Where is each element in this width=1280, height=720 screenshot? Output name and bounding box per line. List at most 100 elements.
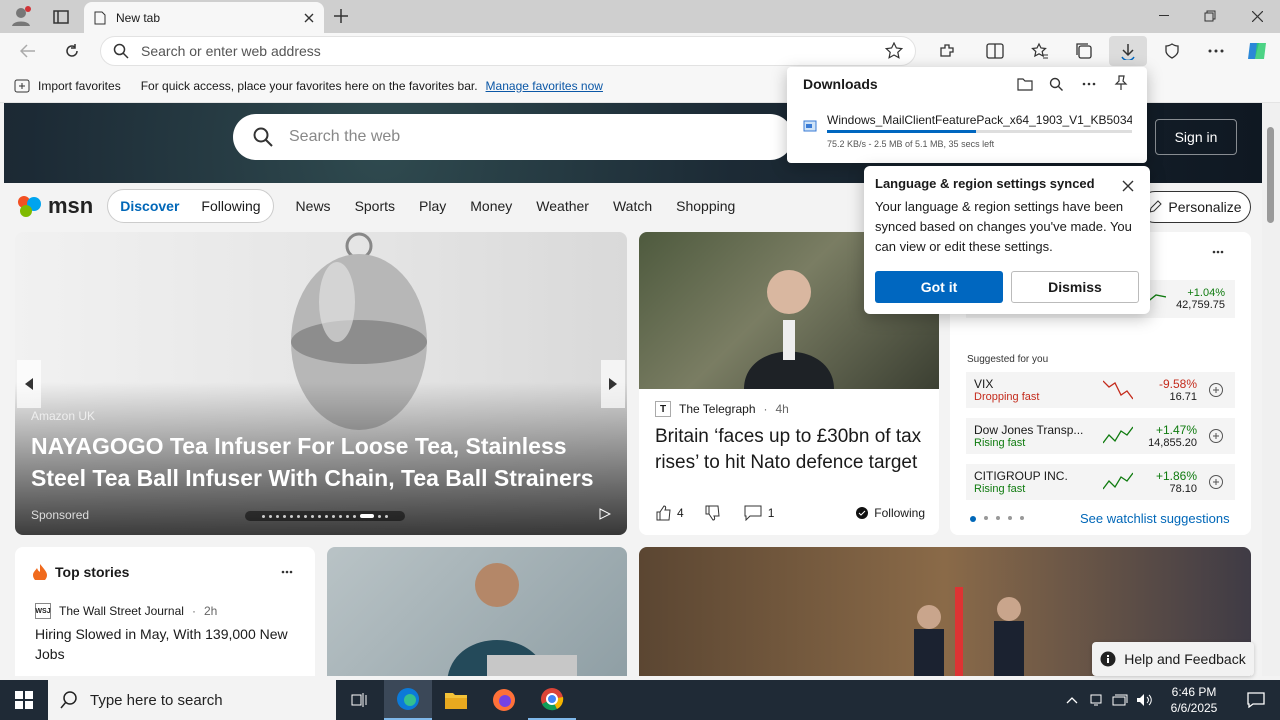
close-window-icon[interactable]	[1245, 5, 1269, 27]
nav-watch[interactable]: Watch	[613, 198, 652, 214]
add-to-watchlist-icon[interactable]	[1205, 383, 1227, 397]
download-progress-track	[827, 130, 1132, 133]
top-story-source-row: WSJ The Wall Street Journal · 2h	[35, 603, 218, 619]
wifi-icon[interactable]	[1108, 693, 1132, 707]
downloads-search-icon[interactable]	[1046, 75, 1066, 93]
task-view-icon[interactable]	[336, 680, 384, 720]
card-title[interactable]: NAYAGOGO Tea Infuser For Loose Tea, Stai…	[31, 430, 616, 494]
restore-icon[interactable]	[1198, 5, 1222, 27]
import-favorites-button[interactable]: Import favorites	[38, 79, 121, 93]
tab-new-tab[interactable]: New tab	[84, 2, 324, 33]
carousel-next-icon[interactable]	[601, 360, 625, 408]
address-bar[interactable]: Search or enter web address	[100, 36, 916, 66]
msn-logo[interactable]: msn	[16, 193, 93, 219]
add-to-watchlist-icon[interactable]	[1205, 429, 1227, 443]
new-tab-icon[interactable]	[330, 5, 352, 27]
web-search-placeholder: Search the web	[289, 128, 401, 145]
installer-file-icon	[803, 119, 817, 133]
msn-logo-text: msn	[48, 193, 94, 218]
carousel-dots[interactable]	[245, 511, 405, 521]
address-placeholder: Search or enter web address	[141, 43, 321, 59]
top-story-headline[interactable]: Hiring Slowed in May, With 139,000 New J…	[35, 624, 299, 664]
import-favorites-icon[interactable]	[14, 79, 30, 93]
edge-taskbar-icon[interactable]	[384, 680, 432, 720]
taskbar-clock[interactable]: 6:46 PM 6/6/2025	[1156, 684, 1232, 716]
add-to-watchlist-icon[interactable]	[1205, 475, 1227, 489]
favorites-icon[interactable]	[1028, 40, 1052, 62]
carousel-prev-icon[interactable]	[17, 360, 41, 408]
top-stories-more-icon[interactable]	[277, 567, 297, 577]
tab-following[interactable]: Following	[201, 198, 260, 214]
taskbar-search[interactable]: Type here to search	[48, 680, 336, 720]
page-scrollbar[interactable]	[1262, 103, 1280, 676]
chrome-icon[interactable]	[528, 680, 576, 720]
see-watchlist-suggestions-link[interactable]: See watchlist suggestions	[1080, 511, 1230, 526]
stock-sparkline	[1103, 472, 1133, 490]
press-conference-image	[914, 587, 1024, 676]
stock-value: 16.71	[1169, 391, 1197, 403]
stock-row[interactable]: VIX Dropping fast -9.58% 16.71	[966, 372, 1235, 408]
split-screen-icon[interactable]	[983, 40, 1007, 62]
news-actions: 4 1 Following	[655, 505, 925, 521]
downloads-panel: Downloads Windows_MailClientFeaturePack_…	[787, 67, 1147, 163]
ad-choices-icon[interactable]	[597, 506, 613, 522]
favorite-star-icon[interactable]	[885, 42, 903, 60]
close-popup-icon[interactable]	[1120, 178, 1136, 194]
nav-news[interactable]: News	[296, 198, 331, 214]
extensions-icon[interactable]	[935, 40, 959, 62]
network-status-icon[interactable]	[1084, 693, 1108, 707]
dismiss-button[interactable]: Dismiss	[1011, 271, 1139, 303]
settings-more-icon[interactable]	[1204, 40, 1228, 62]
sign-in-button[interactable]: Sign in	[1155, 119, 1237, 155]
story-image-card[interactable]	[327, 547, 627, 676]
nav-money[interactable]: Money	[470, 198, 512, 214]
page-icon	[94, 11, 106, 25]
back-icon[interactable]	[16, 40, 40, 62]
download-file-name[interactable]: Windows_MailClientFeaturePack_x64_1903_V…	[827, 113, 1132, 127]
nav-weather[interactable]: Weather	[536, 198, 589, 214]
like-icon[interactable]	[655, 505, 671, 521]
minimize-icon[interactable]	[1152, 5, 1176, 27]
stock-row[interactable]: CITIGROUP INC. Rising fast +1.86% 78.10	[966, 464, 1235, 500]
dislike-icon[interactable]	[704, 505, 720, 521]
close-tab-icon[interactable]	[304, 13, 314, 23]
show-hidden-icons-icon[interactable]	[1060, 696, 1084, 704]
downloads-title: Downloads	[803, 76, 878, 92]
profile-icon[interactable]	[10, 5, 32, 27]
copilot-icon[interactable]	[1244, 38, 1270, 64]
telegraph-logo-icon: T	[655, 401, 671, 417]
refresh-icon[interactable]	[60, 40, 84, 62]
pin-icon[interactable]	[1111, 74, 1131, 92]
tab-actions-icon[interactable]	[50, 6, 72, 28]
watchlist-more-icon[interactable]	[1208, 246, 1228, 258]
browser-essentials-icon[interactable]	[1160, 40, 1184, 62]
open-folder-icon[interactable]	[1015, 75, 1035, 93]
woman-laptop-image	[448, 563, 577, 676]
help-feedback-button[interactable]: Help and Feedback	[1092, 642, 1254, 676]
file-explorer-icon[interactable]	[432, 680, 480, 720]
nav-shopping[interactable]: Shopping	[676, 198, 735, 214]
comment-icon[interactable]	[744, 505, 762, 521]
collections-icon[interactable]	[1072, 40, 1096, 62]
start-button[interactable]	[0, 680, 48, 720]
volume-icon[interactable]	[1132, 693, 1156, 707]
scrollbar-thumb[interactable]	[1267, 127, 1274, 223]
tab-discover[interactable]: Discover	[120, 198, 179, 214]
download-progress-fill	[827, 130, 977, 133]
notifications-icon[interactable]	[1232, 680, 1280, 720]
downloads-icon[interactable]	[1109, 36, 1147, 66]
got-it-button[interactable]: Got it	[875, 271, 1003, 303]
stock-row[interactable]: Dow Jones Transp... Rising fast +1.47% 14,8…	[966, 418, 1235, 454]
news-title[interactable]: Britain ‘faces up to £30bn of tax rises’…	[655, 424, 927, 476]
sponsored-card[interactable]: Amazon UK NAYAGOGO Tea Infuser For Loose…	[15, 232, 627, 535]
firefox-icon[interactable]	[480, 680, 528, 720]
nav-play[interactable]: Play	[419, 198, 446, 214]
following-button[interactable]: Following	[874, 506, 925, 520]
downloads-more-icon[interactable]	[1079, 75, 1099, 93]
watchlist-dots[interactable]	[970, 516, 1024, 522]
personalize-button[interactable]: Personalize	[1139, 191, 1251, 223]
windows-icon	[15, 691, 33, 709]
nav-sports[interactable]: Sports	[355, 198, 395, 214]
manage-favorites-link[interactable]: Manage favorites now	[486, 79, 603, 93]
web-search-box[interactable]: Search the web	[233, 114, 793, 160]
